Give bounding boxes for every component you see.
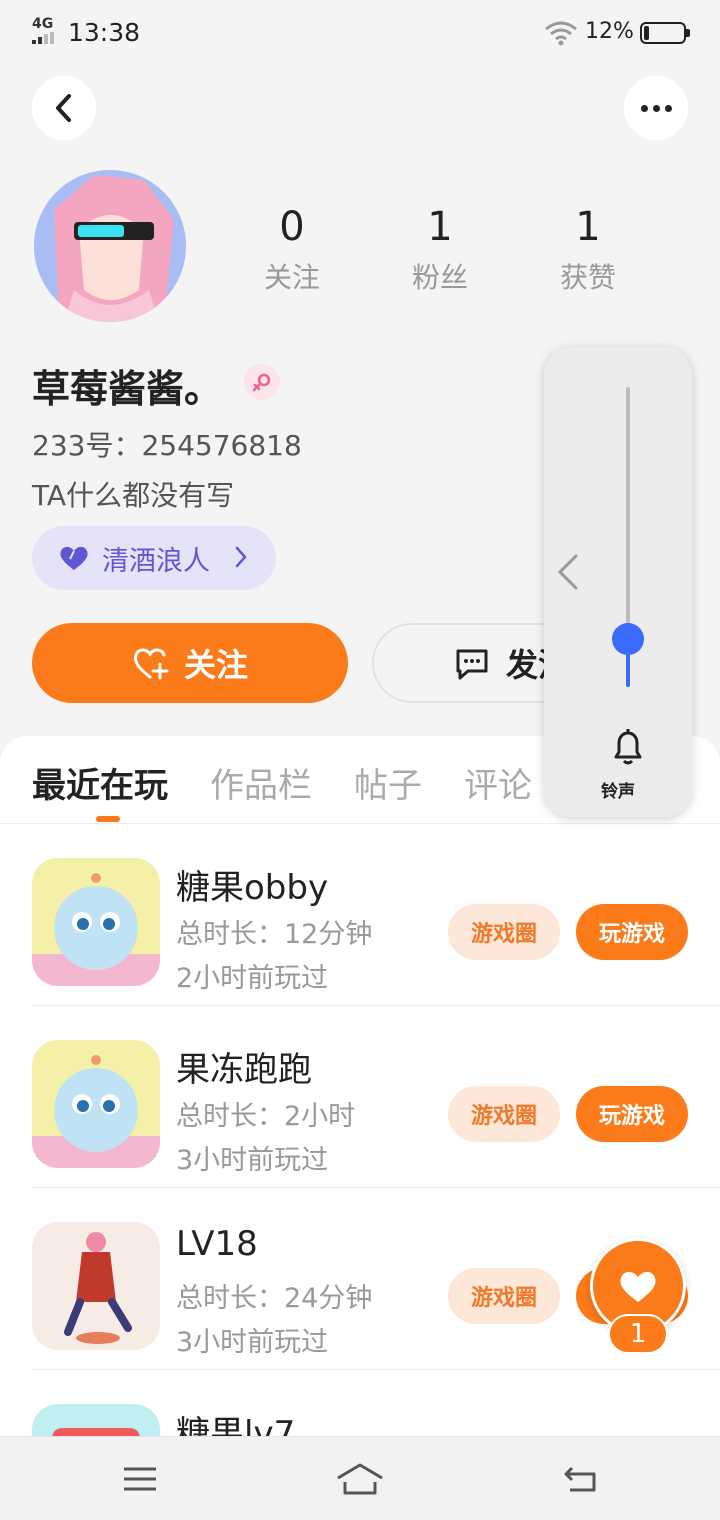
game-title: 糖果obby (176, 868, 329, 908)
follow-label: 关注 (183, 646, 248, 684)
stat-following[interactable]: 0 关注 (232, 202, 352, 296)
stat-value: 1 (575, 204, 601, 250)
game-circle-button[interactable]: 游戏圈 (448, 904, 560, 960)
avatar[interactable] (34, 170, 186, 322)
user-name: 草莓酱酱。 (32, 367, 223, 411)
tab-works[interactable]: 作品栏 (210, 758, 312, 808)
home-button[interactable] (330, 1459, 390, 1499)
tab-posts[interactable]: 帖子 (354, 758, 422, 808)
chevron-right-icon (235, 546, 247, 568)
game-last-played: 3小时前玩过 (176, 1327, 329, 1358)
menu-button[interactable] (110, 1459, 170, 1499)
play-game-button[interactable]: 玩游戏 (576, 904, 688, 960)
follow-button[interactable]: 关注 (32, 623, 348, 703)
game-icon (32, 1040, 160, 1168)
bell-icon[interactable] (610, 727, 646, 767)
relation-tag-label: 清酒浪人 (102, 545, 210, 577)
battery-fill (644, 26, 649, 40)
game-circle-button[interactable]: 游戏圈 (448, 1086, 560, 1142)
battery-icon (640, 22, 690, 44)
tab-comments[interactable]: 评论 (464, 758, 532, 808)
stat-value: 0 (279, 204, 305, 250)
back-button[interactable] (32, 76, 96, 140)
heart-icon (60, 546, 88, 570)
menu-icon (124, 1467, 156, 1491)
relation-tag[interactable]: 清酒浪人 (32, 526, 276, 590)
volume-slider-knob[interactable] (612, 623, 644, 655)
chat-icon (456, 649, 488, 680)
stat-label: 粉丝 (411, 261, 468, 294)
more-button[interactable] (624, 76, 688, 140)
volume-label: 铃声 (601, 782, 635, 802)
stat-likes[interactable]: 1 获赞 (528, 202, 648, 296)
game-title: LV18 (176, 1224, 258, 1264)
stat-fans[interactable]: 1 粉丝 (380, 202, 500, 296)
game-icon (32, 1222, 160, 1350)
game-duration: 总时长：24分钟 (176, 1283, 373, 1314)
stat-value: 1 (427, 204, 453, 250)
game-duration: 总时长：2小时 (176, 1101, 356, 1132)
back-nav-button[interactable] (550, 1459, 610, 1499)
game-title: 果冻跑跑 (176, 1050, 312, 1090)
game-row[interactable]: 糖果obby 总时长：12分钟 2小时前玩过 游戏圈 玩游戏 (0, 824, 720, 1006)
like-count: 1 (608, 1314, 668, 1354)
tab-bar: 最近在玩 作品栏 帖子 评论 (32, 758, 532, 808)
stat-label: 关注 (263, 261, 320, 294)
clock: 13:38 (68, 18, 141, 47)
game-title: 糖果lv7 (176, 1414, 296, 1436)
game-last-played: 3小时前玩过 (176, 1145, 329, 1176)
game-row[interactable]: 果冻跑跑 总时长：2小时 3小时前玩过 游戏圈 玩游戏 (0, 1006, 720, 1188)
game-row[interactable]: 糖果lv7 (0, 1370, 720, 1436)
add-heart-icon (133, 648, 169, 680)
female-icon (244, 364, 280, 400)
return-icon (564, 1466, 596, 1492)
volume-panel: 铃声 (544, 347, 692, 817)
battery-percent: 12% (585, 19, 634, 44)
chevron-left-icon[interactable] (556, 552, 580, 592)
user-id: 233号：254576818 (32, 429, 302, 462)
signal-icon (32, 32, 60, 44)
status-bar: 4G 13:38 12% (0, 0, 720, 66)
avatar-image (34, 170, 186, 322)
stat-label: 获赞 (559, 261, 616, 294)
game-icon (32, 858, 160, 986)
home-icon (337, 1463, 383, 1495)
more-icon (640, 104, 672, 112)
tab-indicator (96, 816, 120, 822)
user-bio: TA什么都没有写 (32, 479, 235, 512)
heart-icon (620, 1271, 656, 1302)
network-indicator: 4G (32, 16, 54, 32)
wifi-icon (545, 21, 577, 46)
game-circle-button[interactable]: 游戏圈 (448, 1268, 560, 1324)
game-duration: 总时长：12分钟 (176, 919, 373, 950)
back-icon (56, 94, 71, 122)
play-game-button[interactable]: 玩游戏 (576, 1086, 688, 1142)
system-nav-bar (0, 1436, 720, 1520)
game-icon (32, 1404, 160, 1436)
tab-recent[interactable]: 最近在玩 (32, 758, 168, 808)
game-last-played: 2小时前玩过 (176, 963, 329, 994)
